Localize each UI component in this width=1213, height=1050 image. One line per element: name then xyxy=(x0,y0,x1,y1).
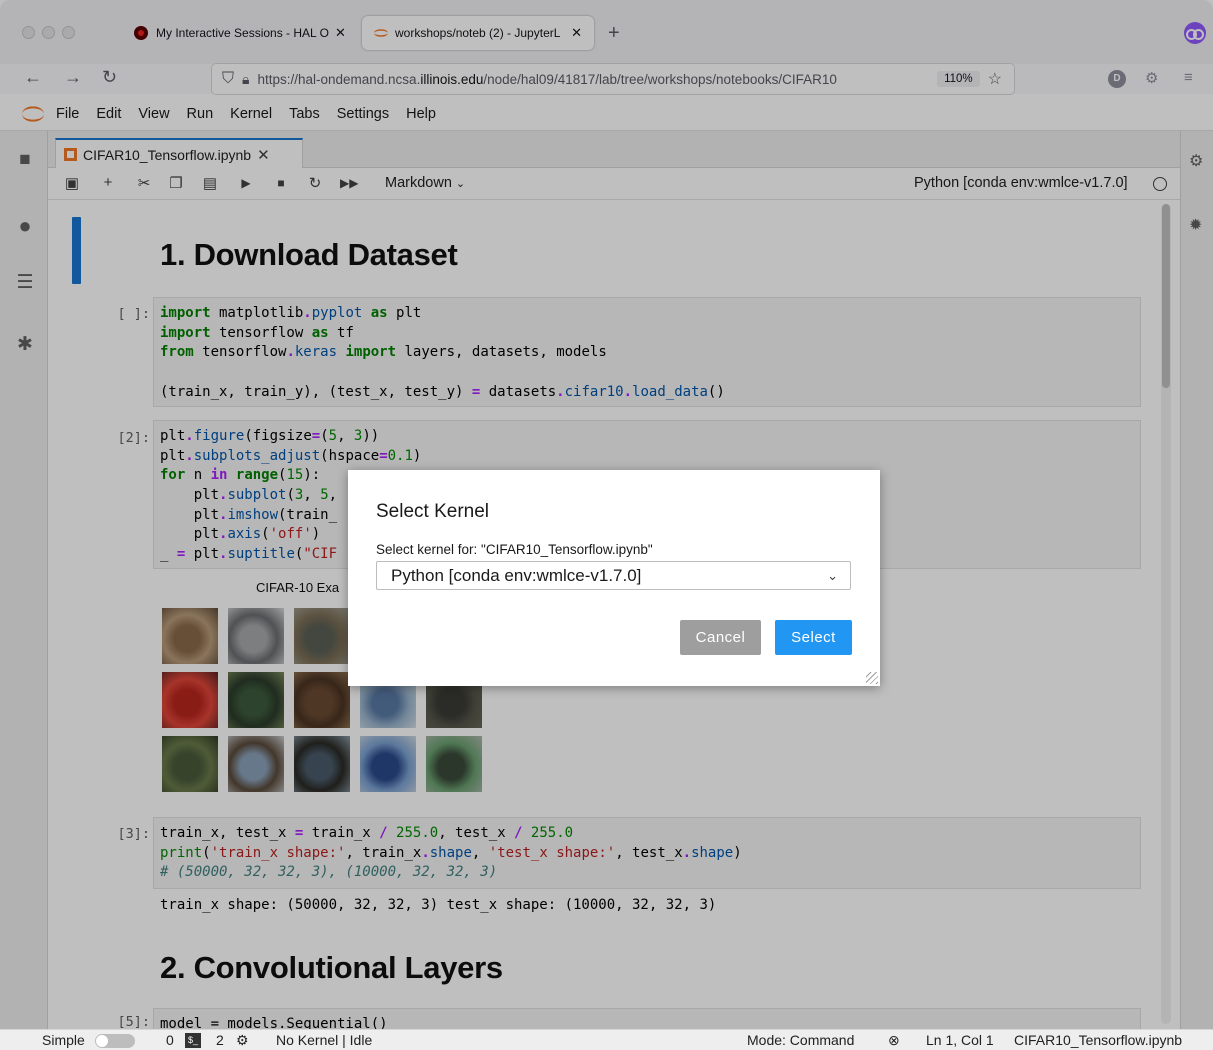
kernel-count[interactable]: 2 xyxy=(216,1032,224,1048)
chevron-down-icon: ⌄ xyxy=(827,568,838,583)
kernel-select-value: Python [conda env:wmlce-v1.7.0] xyxy=(391,566,642,585)
simple-mode-toggle[interactable] xyxy=(95,1034,135,1048)
simple-mode-label: Simple xyxy=(42,1032,85,1048)
cursor-position[interactable]: Ln 1, Col 1 xyxy=(926,1032,994,1048)
mode-indicator: Mode: Command xyxy=(747,1032,855,1048)
select-kernel-dialog: Select Kernel Select kernel for: "CIFAR1… xyxy=(348,470,880,686)
trusted-shield-icon[interactable]: ⊗ xyxy=(888,1032,900,1049)
dialog-kernel-label: Select kernel for: "CIFAR10_Tensorflow.i… xyxy=(376,542,653,557)
terminal-count[interactable]: 0 xyxy=(166,1032,174,1048)
dialog-resize-handle[interactable] xyxy=(866,672,878,684)
select-button[interactable]: Select xyxy=(775,620,852,655)
kernel-select[interactable]: Python [conda env:wmlce-v1.7.0] ⌄ xyxy=(376,561,851,590)
terminal-icon[interactable]: $_ xyxy=(185,1033,201,1048)
cancel-button[interactable]: Cancel xyxy=(680,620,761,655)
current-file-name: CIFAR10_Tensorflow.ipynb xyxy=(1014,1032,1183,1048)
kernel-chip-icon[interactable]: ⚙ xyxy=(236,1032,249,1049)
kernel-status-text[interactable]: No Kernel | Idle xyxy=(276,1032,372,1048)
status-bar: Simple 0 $_ 2 ⚙ No Kernel | Idle Mode: C… xyxy=(0,1029,1213,1050)
dialog-title: Select Kernel xyxy=(376,501,490,522)
